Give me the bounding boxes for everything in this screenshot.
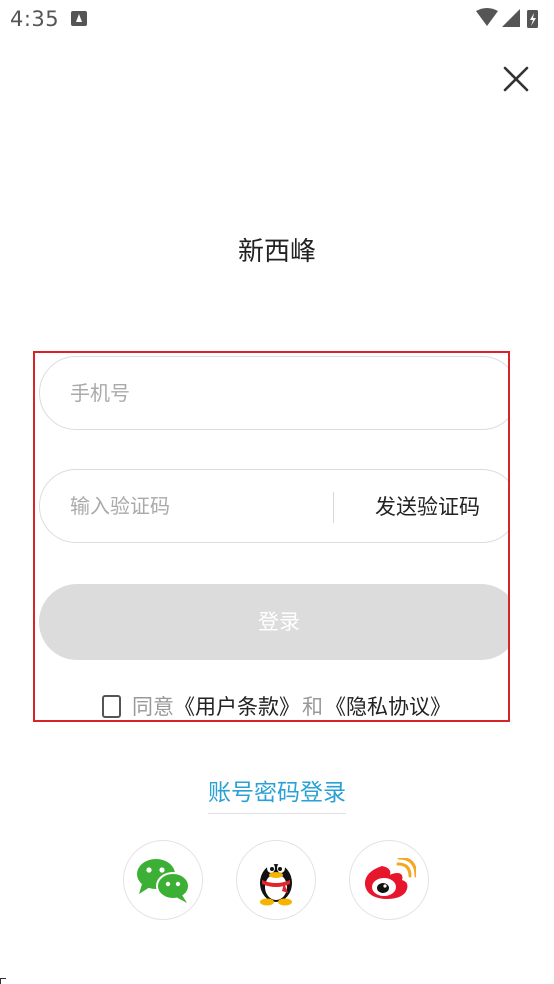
phone-field <box>39 356 508 430</box>
weibo-icon <box>364 858 416 899</box>
corner-mark <box>0 978 6 984</box>
wifi-icon <box>476 8 498 26</box>
code-field: 发送验证码 <box>39 469 508 544</box>
agreement-row: 同意 《用户条款》 和 《隐私协议》 <box>102 692 451 720</box>
password-login-row: 账号密码登录 <box>0 773 554 814</box>
status-bar: 4:35 <box>0 0 554 38</box>
verification-code-input[interactable] <box>70 470 320 542</box>
close-icon <box>503 66 529 92</box>
login-form: 发送验证码 登录 同意 《用户条款》 和 《隐私协议》 <box>33 351 510 722</box>
password-login-link[interactable]: 账号密码登录 <box>208 773 346 814</box>
agree-checkbox[interactable] <box>102 694 121 718</box>
agree-label: 同意 <box>132 695 174 719</box>
divider <box>333 492 334 523</box>
signal-icon <box>502 9 520 27</box>
close-button[interactable] <box>499 62 533 96</box>
status-icons <box>476 8 546 30</box>
weibo-login-button[interactable] <box>349 840 429 920</box>
login-button[interactable]: 登录 <box>39 584 508 660</box>
qq-login-button[interactable] <box>236 840 316 920</box>
phone-input[interactable] <box>70 357 450 429</box>
terms-link[interactable]: 《用户条款》 <box>174 691 300 720</box>
send-code-button[interactable]: 发送验证码 <box>375 470 480 544</box>
status-time: 4:35 <box>10 7 60 31</box>
notification-a-icon <box>71 11 87 26</box>
wechat-login-button[interactable] <box>123 840 203 920</box>
app-title: 新西峰 <box>237 237 316 267</box>
wechat-icon <box>137 859 190 903</box>
privacy-link[interactable]: 《隐私协议》 <box>325 691 451 720</box>
agree-and-label: 和 <box>302 695 323 719</box>
qq-penguin-icon <box>260 863 292 906</box>
